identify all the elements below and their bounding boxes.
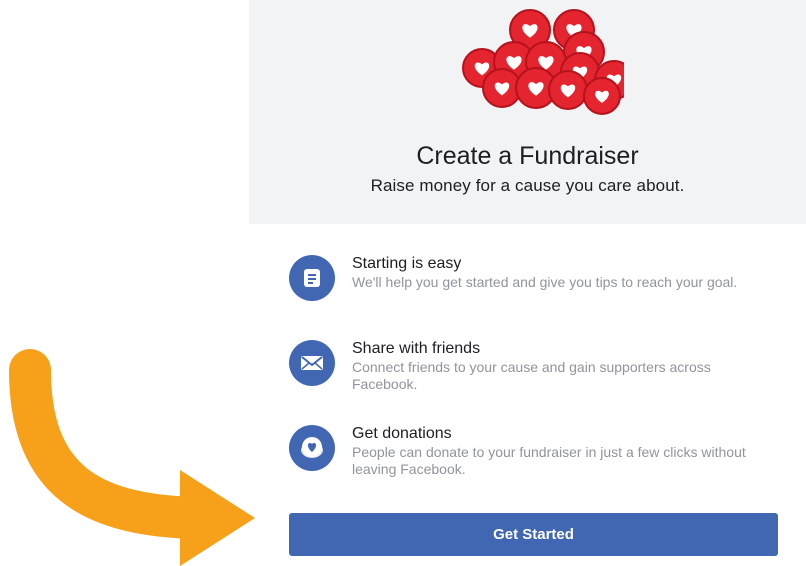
feature-title: Share with friends bbox=[352, 340, 481, 357]
feature-description: Connect friends to your cause and gain s… bbox=[352, 359, 711, 392]
get-started-button[interactable]: Get Started bbox=[289, 513, 778, 556]
heart-coin-icon bbox=[289, 425, 335, 471]
feature-description: We'll help you get started and give you … bbox=[352, 274, 738, 290]
page-title: Create a Fundraiser bbox=[416, 142, 639, 170]
feature-title: Starting is easy bbox=[352, 255, 462, 272]
envelope-icon bbox=[289, 340, 335, 386]
feature-description: People can donate to your fundraiser in … bbox=[352, 444, 746, 477]
fundraiser-hero: Create a Fundraiser Raise money for a ca… bbox=[249, 0, 806, 224]
feature-title: Get donations bbox=[352, 425, 452, 442]
page-subtitle: Raise money for a cause you care about. bbox=[370, 176, 685, 195]
curved-arrow-icon bbox=[9, 349, 255, 566]
hearts-pile-illustration bbox=[462, 9, 624, 115]
document-icon bbox=[289, 255, 335, 301]
